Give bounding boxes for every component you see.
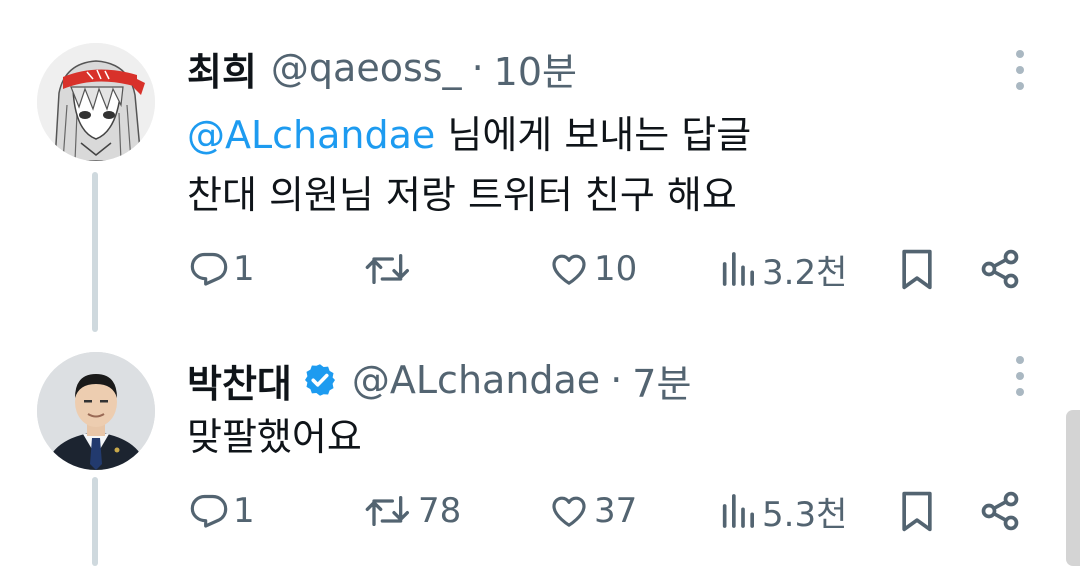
views-button[interactable]: 5.3천 xyxy=(718,486,847,536)
reply-to-label: 님에게 보내는 답글 xyxy=(435,113,752,157)
reply-icon xyxy=(190,252,228,286)
heart-icon xyxy=(552,496,586,527)
reply-mention-link[interactable]: @ALchandae xyxy=(187,113,435,157)
retweet-count: 78 xyxy=(418,491,462,531)
tweet-text: 맞팔했어요 xyxy=(187,415,362,459)
separator-dot: · xyxy=(471,46,484,90)
share-icon xyxy=(981,491,1019,531)
author-handle[interactable]: @qaeoss_ xyxy=(271,46,462,90)
tweet-reply-choihee[interactable]: 최희 @qaeoss_ · 10분 @ALchandae 님에게 보내는 답글 … xyxy=(0,0,1080,334)
like-button[interactable]: 37 xyxy=(548,486,637,536)
replying-to: @ALchandae 님에게 보내는 답글 xyxy=(187,104,751,159)
like-count: 37 xyxy=(594,491,638,531)
verified-badge-icon[interactable] xyxy=(302,362,338,398)
views-count: 5.3천 xyxy=(762,494,848,535)
anime-girl-avatar-image xyxy=(37,43,155,161)
tweet-header: 최희 @qaeoss_ · 10분 xyxy=(187,40,577,96)
views-count: 3.2천 xyxy=(762,252,848,293)
like-button[interactable]: 10 xyxy=(548,244,637,294)
more-vertical-icon[interactable] xyxy=(1010,50,1030,90)
bookmark-icon xyxy=(902,249,932,290)
tweet-reply-parkchandae[interactable]: 박찬대 @ALchandae · 7분 맞팔했어요 1 78 37 5.3천 xyxy=(0,334,1080,566)
author-name[interactable]: 박찬대 xyxy=(187,353,292,408)
retweet-icon xyxy=(365,496,409,526)
tweet-actions: 1 10 3.2천 xyxy=(0,244,1080,294)
reply-count: 1 xyxy=(233,491,255,531)
tweet-header: 박찬대 @ALchandae · 7분 xyxy=(187,352,691,408)
share-button[interactable] xyxy=(978,486,1022,536)
retweet-button[interactable]: 78 xyxy=(364,486,461,536)
views-icon xyxy=(722,252,754,286)
scrollbar[interactable] xyxy=(1066,410,1080,566)
reply-icon xyxy=(190,494,228,528)
tweet-time[interactable]: 10분 xyxy=(494,41,577,96)
reply-button[interactable]: 1 xyxy=(189,244,255,294)
man-in-suit-avatar-image xyxy=(37,352,155,470)
bookmark-icon xyxy=(902,491,932,532)
share-button[interactable] xyxy=(978,244,1022,294)
bookmark-button[interactable] xyxy=(898,486,936,536)
separator-dot: · xyxy=(610,358,623,402)
reply-button[interactable]: 1 xyxy=(189,486,255,536)
views-button[interactable]: 3.2천 xyxy=(718,244,847,294)
share-icon xyxy=(981,249,1019,289)
like-count: 10 xyxy=(594,249,638,289)
avatar[interactable] xyxy=(37,352,155,470)
avatar[interactable] xyxy=(37,43,155,161)
author-handle[interactable]: @ALchandae xyxy=(352,358,600,402)
retweet-icon xyxy=(365,254,409,284)
author-name[interactable]: 최희 xyxy=(187,41,257,96)
more-vertical-icon[interactable] xyxy=(1010,356,1030,396)
views-icon xyxy=(722,494,754,528)
bookmark-button[interactable] xyxy=(898,244,936,294)
heart-icon xyxy=(552,254,586,285)
tweet-text: 찬대 의원님 저랑 트위터 친구 해요 xyxy=(187,173,737,217)
tweet-time[interactable]: 7분 xyxy=(632,353,691,408)
retweet-button[interactable] xyxy=(364,244,418,294)
tweet-actions: 1 78 37 5.3천 xyxy=(0,486,1080,536)
reply-count: 1 xyxy=(233,249,255,289)
